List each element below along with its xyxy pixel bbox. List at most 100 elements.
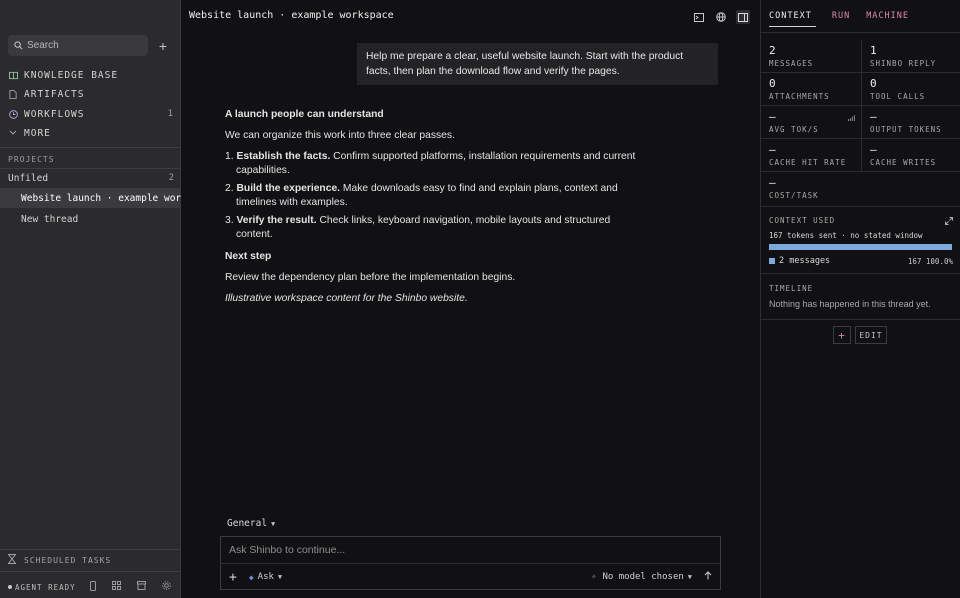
archive-icon[interactable]: [136, 581, 146, 593]
search-row: Search +: [8, 35, 174, 56]
stats-grid: 2 MESSAGES 1 SHINBO REPLY 0 ATTACHMENTS 0 TO…: [761, 40, 960, 205]
stat-label: AVG TOK/S: [769, 125, 819, 134]
diamond-icon: ◆: [248, 572, 254, 582]
arrow-up-icon: [704, 571, 712, 580]
bar-chart-icon: [848, 112, 855, 124]
next-step-heading: Next step: [225, 251, 272, 262]
thread-label: New thread: [21, 213, 79, 225]
stat-value: 0: [769, 77, 776, 90]
panel-tabs: CONTEXT RUN MACHINE: [761, 0, 960, 27]
search-icon: [14, 41, 23, 50]
divider: [761, 32, 960, 33]
nav-knowledge-base[interactable]: KNOWLEDGE BASE: [8, 68, 174, 82]
workflow-count: 1: [167, 109, 174, 119]
stat-label: OUTPUT TOKENS: [870, 125, 942, 134]
mode-selector[interactable]: ◆ Ask ▼: [249, 572, 282, 582]
stat-messages: 2 MESSAGES: [761, 40, 861, 72]
stat-label: TOOL CALLS: [870, 92, 926, 101]
tab-machine[interactable]: MACHINE: [866, 0, 909, 27]
page-title: Website launch · example workspace: [189, 10, 394, 21]
panel-toggle-icon[interactable]: [736, 10, 750, 24]
stat-value: —: [870, 110, 877, 123]
project-group-unfiled[interactable]: Unfiled 2: [8, 173, 174, 184]
globe-icon[interactable]: [714, 10, 728, 24]
stat-value: 2: [769, 44, 776, 57]
phone-icon[interactable]: [89, 581, 96, 593]
edit-button[interactable]: EDIT: [855, 326, 887, 344]
context-used-section: CONTEXT USED 167 tokens sent · no stated…: [761, 206, 960, 274]
scheduled-tasks[interactable]: SCHEDULED TASKS: [7, 554, 111, 566]
step-number: 3.: [225, 215, 234, 226]
nav-artifacts[interactable]: ARTIFACTS: [8, 87, 174, 101]
user-message: Help me prepare a clear, useful website …: [357, 43, 718, 85]
group-label: Unfiled: [8, 173, 49, 184]
context-bar-fill: [769, 244, 952, 250]
stat-label: SHINBO REPLY: [870, 59, 937, 68]
divider: [0, 147, 181, 148]
step-title: Verify the result.: [236, 215, 317, 226]
divider: [0, 168, 181, 169]
tab-context[interactable]: CONTEXT: [769, 0, 816, 27]
caret-down-icon: ▼: [277, 573, 283, 581]
illustrative-note: Illustrative workspace content for the S…: [225, 293, 468, 304]
assistant-intro: We can organize this work into three cle…: [225, 130, 455, 141]
next-step-text: Review the dependency plan before the im…: [225, 272, 516, 283]
stats-row: — AVG TOK/S — OUTPUT TOKENS: [761, 106, 960, 139]
status-label: AGENT READY: [15, 582, 76, 592]
new-thread-button[interactable]: +: [156, 39, 170, 53]
send-button[interactable]: [704, 571, 712, 583]
attach-button[interactable]: +: [229, 570, 237, 585]
mode-label: Ask: [257, 572, 274, 582]
status-bar: AGENT READY: [0, 576, 181, 598]
legend-value: 167 100.0%: [907, 256, 953, 266]
stat-value: 0: [870, 77, 877, 90]
thread-item-active[interactable]: Website launch · example workspace: [0, 188, 181, 208]
group-count: 2: [168, 173, 174, 183]
step-list: 1. Establish the facts. Confirm supporte…: [225, 150, 645, 242]
stat-label: CACHE HIT RATE: [769, 158, 847, 167]
assistant-heading: A launch people can understand: [225, 109, 384, 120]
list-item: 1. Establish the facts. Confirm supporte…: [225, 150, 645, 178]
channel-selector[interactable]: General ▼: [227, 518, 275, 529]
clock-icon: [8, 109, 18, 119]
legend-label: 2 messages: [779, 256, 831, 266]
stat-value: —: [769, 176, 776, 189]
thread-label: Website launch · example workspace: [21, 192, 181, 204]
add-button[interactable]: +: [833, 326, 851, 344]
context-legend: 2 messages 167 100.0%: [769, 256, 953, 266]
list-item: 2. Build the experience. Make downloads …: [225, 182, 645, 210]
stat-cost-task: — COST/TASK: [761, 172, 861, 205]
context-panel: CONTEXT RUN MACHINE 2 MESSAGES 1 SHINBO RE…: [760, 0, 960, 598]
terminal-icon[interactable]: [692, 10, 706, 24]
thread-item[interactable]: New thread: [0, 209, 181, 229]
panel-actions: + EDIT: [833, 326, 887, 344]
status-dot: [8, 585, 12, 589]
stat-cache-writes: — CACHE WRITES: [861, 139, 960, 171]
expand-icon[interactable]: [945, 216, 953, 228]
step-number: 1.: [225, 151, 234, 162]
timeline-section: TIMELINE Nothing has happened in this th…: [761, 274, 960, 320]
search-input[interactable]: Search: [8, 35, 148, 56]
list-item: 3. Verify the result. Check links, keybo…: [225, 214, 645, 242]
model-selector[interactable]: ✧ No model chosen ▼: [591, 572, 692, 582]
chevron-down-icon: [8, 128, 18, 138]
stat-value: —: [769, 143, 776, 156]
search-placeholder: Search: [27, 40, 59, 51]
stat-label: MESSAGES: [769, 59, 814, 68]
message-input[interactable]: [229, 543, 709, 557]
stat-tool-calls: 0 TOOL CALLS: [861, 73, 960, 105]
grid-icon[interactable]: [111, 581, 121, 593]
stats-row: 2 MESSAGES 1 SHINBO REPLY: [761, 40, 960, 73]
tokens-sent-text: 167 tokens sent · no stated window: [769, 231, 923, 240]
nav-more[interactable]: MORE: [8, 126, 174, 140]
stat-label: ATTACHMENTS: [769, 92, 830, 101]
hourglass-icon: [7, 554, 17, 566]
tab-run[interactable]: RUN: [832, 0, 850, 27]
caret-down-icon: ▼: [687, 573, 692, 581]
stat-shinbo-reply: 1 SHINBO REPLY: [861, 40, 960, 72]
stat-attachments: 0 ATTACHMENTS: [761, 73, 861, 105]
nav-workflows[interactable]: WORKFLOWS 1: [8, 107, 174, 121]
gear-icon[interactable]: [161, 581, 171, 593]
divider: [0, 549, 181, 550]
nav-label: MORE: [24, 127, 51, 139]
